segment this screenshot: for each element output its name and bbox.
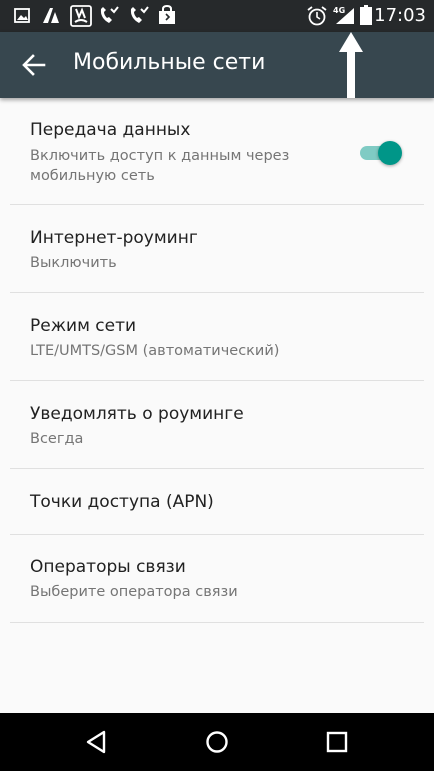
setting-subtitle: LTE/UMTS/GSM (автоматический) xyxy=(30,343,280,359)
navigation-bar xyxy=(0,713,434,771)
setting-subtitle: мобильную сеть xyxy=(30,168,155,184)
data-transfer-toggle[interactable] xyxy=(360,140,402,166)
divider xyxy=(10,622,424,623)
setting-title: Передача данных xyxy=(30,120,191,140)
setting-title: Точки доступа (APN) xyxy=(30,492,214,512)
alarm-icon xyxy=(307,6,327,26)
setting-internet-roaming[interactable]: Интернет-роуминг Выключить xyxy=(0,205,434,293)
shopping-bag-icon xyxy=(159,5,175,24)
back-icon[interactable] xyxy=(83,728,111,756)
home-icon[interactable] xyxy=(203,728,231,756)
setting-subtitle: Всегда xyxy=(30,431,84,447)
settings-list: Передача данных Включить доступ к данным… xyxy=(0,98,434,623)
toggle-thumb xyxy=(378,141,402,165)
status-bar: 4G 17:03 xyxy=(0,0,434,32)
setting-subtitle: Выберите оператора связи xyxy=(30,584,238,600)
recents-icon[interactable] xyxy=(323,728,351,756)
setting-data-transfer[interactable]: Передача данных Включить доступ к данным… xyxy=(0,98,434,205)
setting-title: Режим сети xyxy=(30,316,137,336)
signal-icon xyxy=(336,8,354,24)
annotation-arrow-icon xyxy=(339,32,363,98)
image-icon xyxy=(14,8,30,23)
setting-operators[interactable]: Операторы связи Выберите оператора связи xyxy=(0,535,434,623)
voicemail-icon xyxy=(100,6,119,23)
page-title: Мобильные сети xyxy=(73,50,266,75)
app-bar: Мобильные сети xyxy=(0,32,434,98)
back-arrow-icon[interactable] xyxy=(20,51,48,79)
setting-roaming-notify[interactable]: Уведомлять о роуминге Всегда xyxy=(0,381,434,469)
missed-call-icon xyxy=(70,5,92,27)
setting-subtitle: Включить доступ к данным через xyxy=(30,148,290,164)
clock: 17:03 xyxy=(374,5,426,26)
voicemail-icon xyxy=(130,6,149,23)
setting-title: Операторы связи xyxy=(30,557,186,577)
battery-icon xyxy=(360,5,372,25)
setting-apn[interactable]: Точки доступа (APN) xyxy=(0,469,434,535)
setting-title: Интернет-роуминг xyxy=(30,228,198,248)
setting-title: Уведомлять о роуминге xyxy=(30,404,244,424)
app-icon xyxy=(43,8,59,23)
setting-subtitle: Выключить xyxy=(30,255,117,271)
setting-network-mode[interactable]: Режим сети LTE/UMTS/GSM (автоматический) xyxy=(0,293,434,381)
